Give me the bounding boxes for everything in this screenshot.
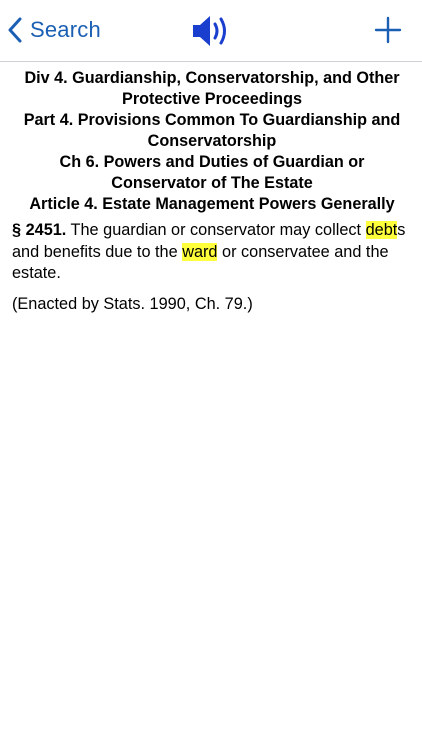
navigation-bar: Search: [0, 0, 422, 62]
statute-content: Div 4. Guardianship, Conservatorship, an…: [0, 66, 422, 315]
statute-headings: Div 4. Guardianship, Conservatorship, an…: [12, 68, 412, 215]
division-heading: Div 4. Guardianship, Conservatorship, an…: [24, 69, 400, 108]
back-button-label: Search: [30, 17, 101, 42]
speaker-button[interactable]: [190, 12, 232, 50]
article-heading: Article 4. Estate Management Powers Gene…: [29, 195, 395, 213]
back-button[interactable]: Search: [8, 12, 101, 48]
chapter-heading: Ch 6. Powers and Duties of Guardian or C…: [59, 153, 365, 192]
section-text: § 2451. The guardian or conservator may …: [12, 220, 412, 285]
speaker-icon: [190, 16, 232, 54]
search-highlight: debt: [365, 221, 398, 239]
enactment-history: (Enacted by Stats. 1990, Ch. 79.): [12, 294, 253, 313]
chevron-left-icon: [8, 17, 22, 43]
add-button[interactable]: [374, 16, 402, 44]
section-number: § 2451.: [12, 221, 67, 239]
section-text-part: The guardian or conservator may collect: [66, 221, 366, 239]
part-heading: Part 4. Provisions Common To Guardianshi…: [23, 111, 401, 150]
search-highlight: ward: [182, 242, 218, 261]
plus-icon: [374, 16, 402, 48]
